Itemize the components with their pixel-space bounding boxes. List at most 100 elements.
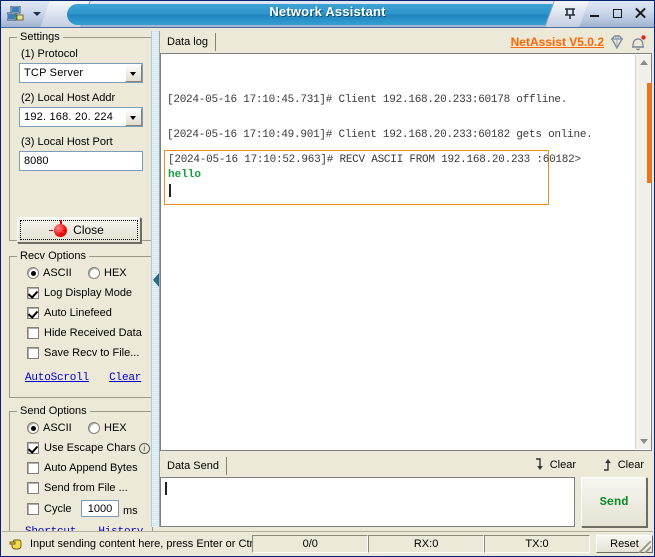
send-options-title: Send Options: [17, 405, 90, 417]
data-send-tabstrip: Data Send Clear Clear: [160, 455, 652, 477]
tab-data-send-label: Data Send: [167, 460, 219, 472]
recv-checkbox-label: Log Display Mode: [44, 287, 133, 299]
radio-off-icon: [88, 267, 100, 279]
clear-receive-button[interactable]: Clear: [534, 458, 576, 472]
recv-options-title: Recv Options: [17, 250, 90, 262]
network-assistant-window: Network Assistant Settings (1) Protocol …: [0, 0, 655, 557]
window-controls: [588, 6, 648, 21]
recv-hide-received-data-checkbox[interactable]: Hide Received Data: [27, 327, 142, 339]
status-bar: Input sending content here, press Enter …: [2, 531, 653, 555]
recv-checkbox-label: Hide Received Data: [44, 327, 142, 339]
radio-on-icon: [27, 422, 39, 434]
connection-close-button[interactable]: Close: [17, 217, 141, 243]
radio-on-icon: [27, 267, 39, 279]
send-hex-label: HEX: [104, 422, 127, 434]
main-area: Data log NetAssist V5.0.2 [2024-05-16 17…: [160, 31, 652, 527]
checkbox-checked-icon: [27, 287, 39, 299]
clear-send-button[interactable]: Clear: [602, 458, 644, 472]
log-line: [2024-05-16 17:10:49.901]# Client 192.16…: [167, 129, 593, 141]
cycle-checkbox[interactable]: Cycle: [27, 503, 72, 515]
recv-links: AutoScroll Clear: [25, 371, 141, 384]
collapse-panel-chevron-left-icon[interactable]: [153, 273, 159, 287]
received-message-payload: hello: [168, 169, 202, 181]
send-button[interactable]: Send: [581, 477, 647, 527]
send-from-file-checkbox[interactable]: Send from File ...: [27, 482, 128, 494]
send-ascii-radio[interactable]: ASCII: [27, 422, 72, 434]
status-tx: TX:0: [484, 534, 591, 553]
clear-send-label: Clear: [617, 459, 644, 471]
status-hint: Input sending content here, press Enter …: [5, 535, 252, 553]
radio-off-icon: [88, 422, 100, 434]
close-window-button[interactable]: [634, 6, 648, 21]
resize-grip[interactable]: [639, 541, 651, 553]
orange-accent-bar: [647, 83, 652, 183]
checkbox-unchecked-icon: [27, 327, 39, 339]
checkbox-unchecked-icon: [27, 462, 39, 474]
status-hint-label: Input sending content here, press Enter …: [30, 537, 253, 550]
recv-log-display-mode-checkbox[interactable]: Log Display Mode: [27, 287, 132, 299]
local-host-addr-value: 192. 168. 20. 224: [24, 111, 114, 123]
bell-notification-icon[interactable]: [629, 34, 647, 52]
local-host-port-label: (3) Local Host Port: [21, 136, 113, 148]
clear-receive-label: Clear: [549, 459, 576, 471]
focus-outline: [20, 220, 138, 240]
pin-icon[interactable]: [562, 6, 578, 22]
checkbox-checked-icon: [27, 442, 39, 454]
autoscroll-link[interactable]: AutoScroll: [25, 372, 89, 384]
send-input-caret: [165, 482, 167, 495]
protocol-dropdown-arrow[interactable]: [125, 64, 142, 82]
send-hex-radio[interactable]: HEX: [88, 422, 127, 434]
panel-splitter[interactable]: [151, 31, 160, 527]
diamond-icon[interactable]: [609, 34, 625, 50]
minimize-button[interactable]: [588, 6, 602, 21]
local-host-addr-label: (2) Local Host Addr: [21, 92, 116, 104]
left-settings-panel: Settings (1) Protocol TCP Server (2) Loc…: [5, 31, 153, 553]
recv-hex-label: HEX: [104, 267, 127, 279]
recv-auto-linefeed-checkbox[interactable]: Auto Linefeed: [27, 307, 112, 319]
arrow-up-into-icon: [603, 459, 611, 471]
recv-checkbox-label: Save Recv to File...: [44, 347, 140, 359]
status-counter: 0/0: [252, 534, 369, 553]
maximize-button[interactable]: [611, 6, 625, 21]
arrow-down-into-icon: [535, 458, 543, 470]
auto-append-bytes-checkbox[interactable]: Auto Append Bytes: [27, 462, 138, 474]
cycle-interval-input[interactable]: 1000: [81, 500, 119, 517]
scroll-up-arrow-icon[interactable]: [636, 55, 651, 70]
cycle-label: Cycle: [44, 503, 72, 515]
recv-clear-link[interactable]: Clear: [109, 372, 141, 384]
protocol-label: (1) Protocol: [21, 48, 78, 60]
protocol-select[interactable]: TCP Server: [19, 63, 143, 83]
checkbox-checked-icon: [27, 307, 39, 319]
use-escape-chars-label: Use Escape Chars: [44, 442, 136, 454]
data-log-output[interactable]: [2024-05-16 17:10:45.731]# Client 192.16…: [160, 53, 652, 451]
log-caret: [169, 184, 171, 197]
send-from-file-label: Send from File ...: [44, 482, 128, 494]
recv-save-to-file-checkbox[interactable]: Save Recv to File...: [27, 347, 139, 359]
send-data-input[interactable]: [160, 477, 575, 527]
checkbox-unchecked-icon: [27, 482, 39, 494]
recv-ascii-radio[interactable]: ASCII: [27, 267, 72, 279]
local-host-addr-dropdown-arrow[interactable]: [125, 108, 142, 126]
tab-data-send[interactable]: Data Send: [162, 457, 227, 475]
checkbox-unchecked-icon: [27, 347, 39, 359]
info-icon[interactable]: i: [138, 442, 150, 454]
send-ascii-label: ASCII: [43, 422, 72, 434]
auto-append-bytes-label: Auto Append Bytes: [44, 462, 138, 474]
use-escape-chars-checkbox[interactable]: Use Escape Chars i: [27, 442, 150, 454]
received-message-header: [2024-05-16 17:10:52.963]# RECV ASCII FR…: [168, 154, 581, 166]
protocol-value: TCP Server: [24, 67, 84, 79]
hand-pointer-icon: [9, 539, 22, 549]
tab-data-log[interactable]: Data log: [162, 33, 216, 51]
title-bar: Network Assistant: [1, 1, 654, 28]
brand-link[interactable]: NetAssist V5.0.2: [511, 35, 604, 49]
settings-group-title: Settings: [17, 31, 63, 43]
local-host-port-input[interactable]: 8080: [19, 151, 143, 171]
received-message-block: [2024-05-16 17:10:52.963]# RECV ASCII FR…: [164, 150, 581, 205]
red-led-icon: [49, 219, 68, 237]
status-rx: RX:0: [368, 534, 485, 553]
local-host-addr-select[interactable]: 192. 168. 20. 224: [19, 107, 143, 127]
cycle-unit-label: ms: [123, 505, 138, 517]
scroll-down-arrow-icon[interactable]: [636, 434, 651, 449]
recv-hex-radio[interactable]: HEX: [88, 267, 127, 279]
recv-ascii-label: ASCII: [43, 267, 72, 279]
